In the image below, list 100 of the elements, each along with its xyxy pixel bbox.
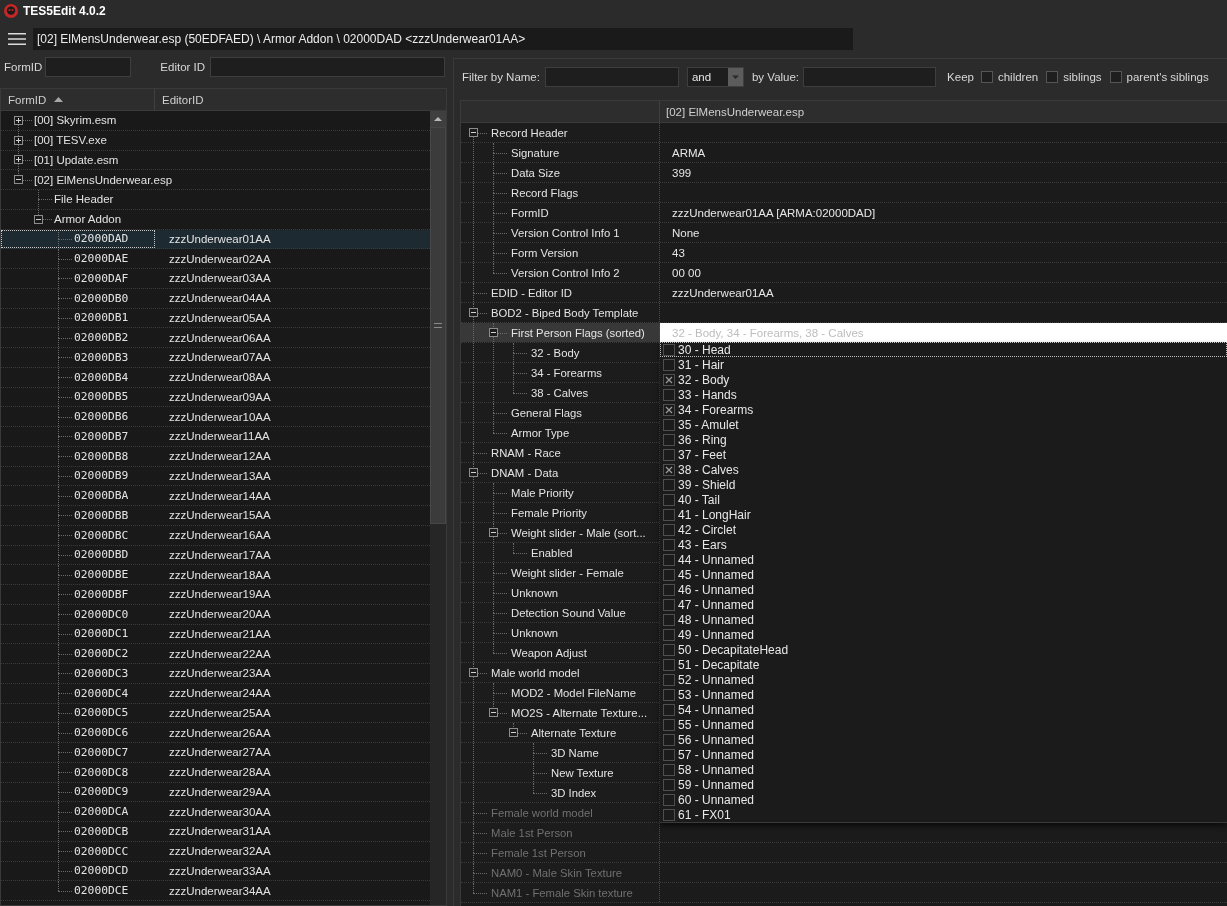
checkbox[interactable]: [663, 373, 675, 386]
plus-toggle-icon[interactable]: [14, 115, 23, 125]
flag-option[interactable]: 35 - Amulet: [660, 417, 1227, 432]
tree-row[interactable]: 02000DBB zzzUnderwear15AA: [1, 506, 430, 526]
tree-row[interactable]: 02000DB2 zzzUnderwear06AA: [1, 328, 430, 348]
tree-row[interactable]: 02000DB3 zzzUnderwear07AA: [1, 348, 430, 368]
tree-row[interactable]: 02000DCD zzzUnderwear33AA: [1, 861, 430, 882]
minus-toggle-icon[interactable]: [469, 668, 478, 677]
checkbox[interactable]: [663, 733, 675, 746]
minus-toggle-icon[interactable]: [14, 175, 23, 185]
checkbox[interactable]: [663, 598, 675, 611]
tree-row[interactable]: File Header: [1, 190, 430, 210]
minus-toggle-icon[interactable]: [489, 328, 498, 337]
flag-option[interactable]: 33 - Hands: [660, 387, 1227, 402]
input-field[interactable]: [544, 67, 679, 87]
tree-row[interactable]: 02000DBD zzzUnderwear17AA: [1, 545, 430, 566]
checkbox[interactable]: [663, 463, 675, 476]
flag-option[interactable]: 51 - Decapitate: [660, 657, 1227, 672]
tree-row[interactable]: 02000DB8 zzzUnderwear12AA: [1, 446, 430, 467]
minus-toggle-icon[interactable]: [489, 528, 498, 537]
minus-toggle-icon[interactable]: [34, 214, 43, 224]
tree-row[interactable]: 02000DC0 zzzUnderwear20AA: [1, 604, 430, 625]
checkbox[interactable]: [663, 718, 675, 731]
tree-row[interactable]: 02000DCC zzzUnderwear32AA: [1, 841, 430, 862]
tree-row[interactable]: 02000DAD zzzUnderwear01AA: [1, 229, 430, 250]
tree-row[interactable]: 02000DCA zzzUnderwear30AA: [1, 802, 430, 822]
plus-toggle-icon[interactable]: [14, 155, 23, 165]
flag-option[interactable]: 39 - Shield: [660, 477, 1227, 492]
tree-row[interactable]: 02000DBF zzzUnderwear19AA: [1, 585, 430, 605]
tree-row[interactable]: [01] Update.esm: [1, 150, 430, 171]
tree-row[interactable]: 02000DAF zzzUnderwear03AA: [1, 269, 430, 289]
plus-toggle-icon[interactable]: [14, 135, 23, 145]
flag-option[interactable]: 52 - Unnamed: [660, 672, 1227, 687]
checkbox[interactable]: [663, 778, 675, 791]
checkbox[interactable]: [663, 658, 675, 671]
tree-row[interactable]: Armor Addon: [1, 209, 430, 230]
checkbox[interactable]: [663, 613, 675, 626]
keep-option[interactable]: children: [980, 67, 1039, 87]
tree-row[interactable]: 02000DC8 zzzUnderwear28AA: [1, 762, 430, 783]
checkbox[interactable]: [663, 628, 675, 641]
tree-row[interactable]: [02] ElMensUnderwear.esp: [1, 170, 430, 190]
flag-option[interactable]: 44 - Unnamed: [660, 552, 1227, 567]
flag-option[interactable]: 49 - Unnamed: [660, 627, 1227, 642]
checkbox[interactable]: [663, 793, 675, 806]
minus-toggle-icon[interactable]: [469, 128, 478, 137]
flag-option[interactable]: 58 - Unnamed: [660, 762, 1227, 777]
flag-option[interactable]: 54 - Unnamed: [660, 702, 1227, 717]
minus-toggle-icon[interactable]: [469, 468, 478, 477]
tree-row[interactable]: 02000DC9 zzzUnderwear29AA: [1, 782, 430, 803]
checkbox[interactable]: [1046, 71, 1059, 83]
checkbox[interactable]: [663, 688, 675, 701]
checkbox[interactable]: [663, 448, 675, 461]
checkbox[interactable]: [980, 71, 993, 83]
menu-icon[interactable]: [8, 33, 26, 45]
tree-row[interactable]: 02000DC5 zzzUnderwear25AA: [1, 703, 430, 724]
checkbox[interactable]: [663, 418, 675, 431]
checkbox[interactable]: [663, 433, 675, 446]
flag-option[interactable]: 36 - Ring: [660, 432, 1227, 447]
flag-option[interactable]: 30 - Head: [660, 342, 1227, 357]
tree-row[interactable]: 02000DB5 zzzUnderwear09AA: [1, 387, 430, 408]
checkbox[interactable]: [663, 388, 675, 401]
tree-row[interactable]: 02000DCB zzzUnderwear31AA: [1, 822, 430, 842]
tree-row[interactable]: 02000DCE zzzUnderwear34AA: [1, 881, 430, 901]
checkbox[interactable]: [663, 643, 675, 656]
checkbox[interactable]: [663, 478, 675, 491]
flag-option[interactable]: 48 - Unnamed: [660, 612, 1227, 627]
flag-option[interactable]: 45 - Unnamed: [660, 567, 1227, 582]
flag-option[interactable]: 60 - Unnamed: [660, 792, 1227, 807]
checkbox[interactable]: [663, 538, 675, 551]
flag-option[interactable]: 32 - Body: [660, 372, 1227, 387]
checkbox[interactable]: [663, 523, 675, 536]
tree-row[interactable]: [00] Skyrim.esm: [1, 111, 430, 131]
tree-row[interactable]: 02000DB9 zzzUnderwear13AA: [1, 466, 430, 487]
tree-row[interactable]: 02000DB6 zzzUnderwear10AA: [1, 407, 430, 427]
flag-option[interactable]: 42 - Circlet: [660, 522, 1227, 537]
tree-row[interactable]: 02000DB1 zzzUnderwear05AA: [1, 308, 430, 329]
tree-row[interactable]: 02000DBE zzzUnderwear18AA: [1, 565, 430, 585]
scroll-up-icon[interactable]: [430, 111, 446, 127]
flag-option[interactable]: 38 - Calves: [660, 462, 1227, 477]
flag-option[interactable]: 61 - FX01: [660, 807, 1227, 822]
tree-row[interactable]: 02000DC2 zzzUnderwear22AA: [1, 644, 430, 664]
minus-toggle-icon[interactable]: [509, 728, 518, 737]
flag-option[interactable]: 53 - Unnamed: [660, 687, 1227, 702]
flag-option[interactable]: 50 - DecapitateHead: [660, 642, 1227, 657]
checkbox[interactable]: [663, 568, 675, 581]
flag-option[interactable]: 57 - Unnamed: [660, 747, 1227, 762]
flag-option[interactable]: 43 - Ears: [660, 537, 1227, 552]
checkbox[interactable]: [663, 358, 675, 371]
tree-row[interactable]: 02000DC3 zzzUnderwear23AA: [1, 664, 430, 684]
checkbox[interactable]: [663, 508, 675, 521]
path-field[interactable]: [02] ElMensUnderwear.esp (50EDFAED) \ Armor Addon \ 02000DAD <zzzUnderwear01AA>: [33, 28, 853, 50]
checkbox[interactable]: [663, 703, 675, 716]
vertical-scrollbar[interactable]: [430, 111, 446, 905]
column-header[interactable]: EditorID: [155, 89, 446, 110]
column-header[interactable]: FormID: [1, 89, 155, 110]
checkbox[interactable]: [663, 403, 675, 416]
flag-option[interactable]: 31 - Hair: [660, 357, 1227, 372]
input-field[interactable]: [210, 57, 445, 77]
checkbox[interactable]: [663, 673, 675, 686]
flag-option[interactable]: 34 - Forearms: [660, 402, 1227, 417]
